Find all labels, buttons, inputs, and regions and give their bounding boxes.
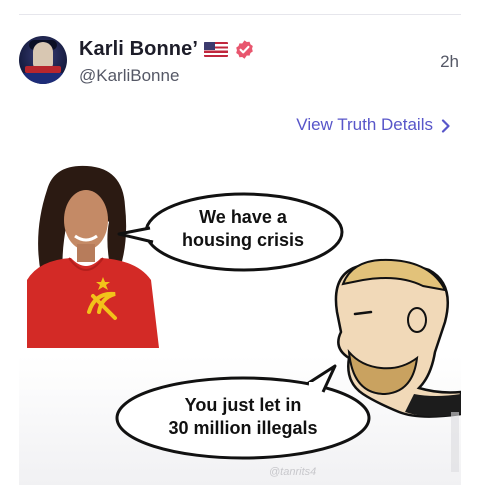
bubble-bottom-line-2: 30 million illegals <box>168 418 318 438</box>
user-handle[interactable]: @KarliBonne <box>79 66 179 86</box>
chevron-right-icon <box>441 118 451 133</box>
verified-badge-icon <box>234 39 255 60</box>
meme-watermark: @tanrits4 <box>269 466 317 478</box>
us-flag-icon <box>204 41 228 57</box>
post-header: Karli Bonne’ @KarliBonne 2h <box>19 36 461 88</box>
speech-bubble-top: We have a housing crisis <box>147 206 339 252</box>
display-name[interactable]: Karli Bonne’ <box>79 38 198 61</box>
display-name-row: Karli Bonne’ <box>79 36 255 62</box>
meme-image[interactable]: We have a housing crisis You just let in… <box>19 162 461 485</box>
avatar[interactable] <box>19 36 67 84</box>
view-truth-details-label: View Truth Details <box>296 115 433 134</box>
post-timestamp: 2h <box>440 52 459 71</box>
speech-bubble-bottom: You just let in 30 million illegals <box>121 394 365 440</box>
bubble-top-line-1: We have a <box>199 207 287 227</box>
bubble-bottom-line-1: You just let in <box>184 395 302 415</box>
top-divider <box>19 14 461 15</box>
bubble-top-line-2: housing crisis <box>181 230 305 250</box>
view-truth-details-link[interactable]: View Truth Details <box>296 115 451 135</box>
side-watermark <box>451 412 459 472</box>
